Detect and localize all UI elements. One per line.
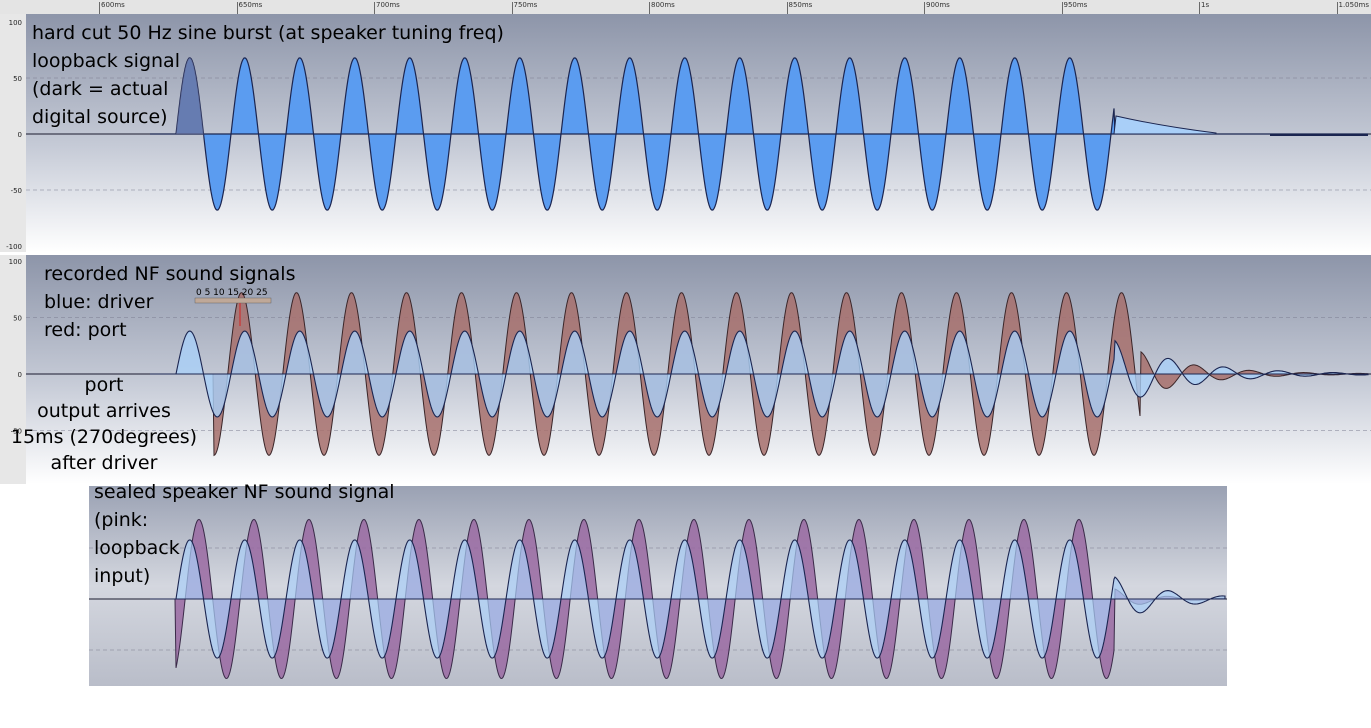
- annotation-line: recorded NF sound signals: [44, 263, 296, 285]
- y-axis-strip: [0, 14, 26, 252]
- y-tick-label: -100: [6, 243, 22, 251]
- annotation-line: (pink:: [94, 509, 149, 531]
- annotation-line: (dark = actual: [32, 78, 169, 100]
- annotation-line: sealed speaker NF sound signal: [94, 481, 395, 503]
- loopback-annotation: hard cut 50 Hz sine burst (at speaker tu…: [32, 19, 504, 131]
- y-tick-label: 50: [13, 75, 22, 83]
- annotation-line: after driver: [50, 452, 158, 474]
- annotation-line: output arrives: [37, 400, 171, 422]
- annotation-line: loopback signal: [32, 50, 180, 72]
- y-tick-label: 100: [9, 258, 22, 266]
- annotation-line: digital source): [32, 106, 168, 128]
- annotation-line: input): [94, 565, 151, 587]
- port-delay-note: port output arrives 15ms (270degrees) af…: [4, 372, 204, 476]
- y-tick-label: 100: [9, 19, 22, 27]
- annotation-line: red: port: [44, 319, 127, 341]
- y-tick-label: 0: [18, 131, 22, 139]
- annotation-line: hard cut 50 Hz sine burst (at speaker tu…: [32, 22, 504, 44]
- sealed-annotation: sealed speaker NF sound signal (pink: lo…: [94, 478, 395, 590]
- annotation-line: 15ms (270degrees): [10, 426, 198, 448]
- y-tick-label: 50: [13, 315, 22, 323]
- annotation-line: blue: driver: [44, 291, 154, 313]
- annotation-line: loopback: [94, 537, 180, 559]
- recorded-annotation: recorded NF sound signals blue: driver r…: [44, 260, 295, 344]
- annotation-line: port: [84, 374, 124, 396]
- y-tick-label: -50: [11, 187, 22, 195]
